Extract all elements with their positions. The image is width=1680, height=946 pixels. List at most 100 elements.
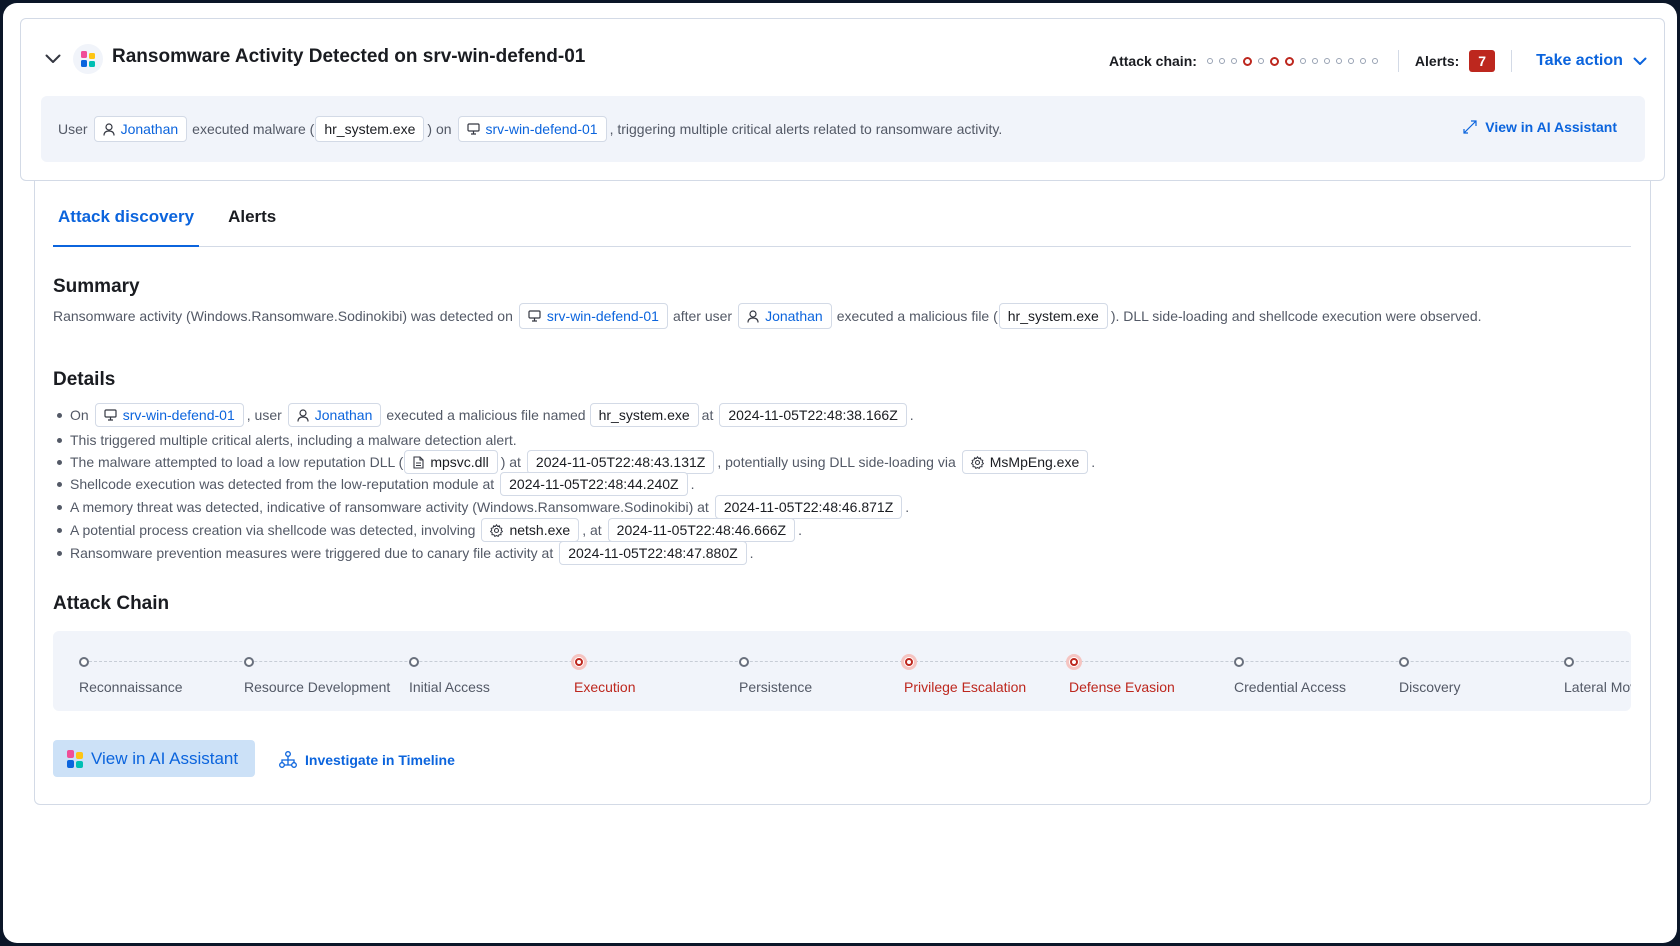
detail-text: A memory threat was detected, indicative… [70, 499, 709, 515]
attack-chain-stage-dot [1269, 56, 1279, 66]
timeline-link-label: Investigate in Timeline [305, 751, 455, 768]
user-icon [747, 309, 759, 323]
bullet [57, 481, 62, 487]
list-item: A memory threat was detected, indicative… [53, 495, 1095, 519]
attack-chain-stage-dot [1206, 58, 1213, 64]
dll-chip[interactable]: mpsvc.dll [404, 450, 498, 474]
divider [1511, 50, 1513, 72]
process-chip[interactable]: netsh.exe [481, 518, 580, 542]
ai-button-label: View in AI Assistant [91, 748, 239, 768]
chevron-down-icon[interactable] [43, 49, 63, 69]
stage-marker [901, 654, 917, 670]
user-icon [102, 122, 115, 136]
detail-text: ) at [500, 454, 521, 470]
user-chip[interactable]: Jonathan [93, 116, 188, 142]
bullet [57, 527, 62, 533]
host-chip[interactable]: srv-win-defend-01 [518, 303, 668, 329]
attack-chain-stage-dot [1335, 58, 1342, 64]
timestamp: 2024-11-05T22:48:46.666Z [616, 522, 787, 538]
timestamp-chip[interactable]: 2024-11-05T22:48:46.871Z [714, 495, 903, 519]
process-chip[interactable]: MsMpEng.exe [961, 450, 1089, 474]
ai-link-label: View in AI Assistant [1485, 119, 1617, 135]
stage-marker [1399, 657, 1409, 667]
stage-label: Privilege Escalation [904, 679, 1027, 695]
alerts-label: Alerts: [1414, 53, 1460, 69]
tab-bar: Attack discovery Alerts [53, 197, 1631, 247]
list-item: The malware attempted to load a low repu… [53, 450, 1095, 474]
details-heading: Details [53, 369, 116, 390]
detail-text: This triggered multiple critical alerts,… [70, 432, 517, 448]
timestamp-chip[interactable]: 2024-11-05T22:48:44.240Z [500, 472, 688, 496]
stage-marker [1066, 654, 1082, 670]
attack-chain-mini-indicator [1206, 56, 1378, 66]
take-action-label: Take action [1536, 52, 1623, 69]
attack-chain-stage-dot [1311, 58, 1318, 64]
list-item: This triggered multiple critical alerts,… [53, 429, 1095, 451]
attack-chain-stage-dot [1242, 56, 1252, 66]
attack-chain-stage-dot [1230, 58, 1237, 64]
file-chip[interactable]: hr_system.exe [315, 116, 425, 142]
stage-label: Lateral Movement [1564, 679, 1631, 695]
stage-marker [409, 657, 419, 667]
stage-label: Credential Access [1234, 679, 1347, 695]
timestamp-chip[interactable]: 2024-11-05T22:48:46.666Z [607, 518, 796, 542]
user-chip[interactable]: Jonathan [738, 303, 832, 329]
detail-text: , at [582, 522, 602, 538]
summary-heading: Summary [53, 276, 140, 297]
detail-text: A potential process creation via shellco… [70, 522, 476, 538]
timestamp-chip[interactable]: 2024-11-05T22:48:38.166Z [719, 403, 907, 427]
stage-label: Defense Evasion [1069, 679, 1175, 695]
stage-marker [244, 657, 254, 667]
divider [1397, 50, 1399, 72]
gear-icon [490, 523, 504, 537]
detail-text: . [905, 499, 910, 515]
host-icon [104, 409, 117, 421]
tab-alerts[interactable]: Alerts [223, 197, 281, 247]
timestamp: 2024-11-05T22:48:43.131Z [535, 454, 706, 470]
list-item: Ransomware prevention measures were trig… [53, 541, 1095, 565]
detail-text: executed a malicious file named [386, 407, 586, 423]
tab-attack-discovery[interactable]: Attack discovery [53, 197, 200, 247]
host-name: srv-win-defend-01 [485, 121, 598, 137]
file-name: hr_system.exe [1007, 308, 1099, 324]
attack-chain-stage-dot [1218, 58, 1225, 64]
list-item: On srv-win-defend-01 , user Jonathan exe… [53, 403, 1095, 427]
detail-text: . [798, 522, 802, 538]
timestamp-chip[interactable]: 2024-11-05T22:48:47.880Z [559, 541, 747, 565]
investigate-in-timeline-link[interactable]: Investigate in Timeline [279, 751, 455, 768]
chevron-down-icon [1633, 57, 1647, 65]
user-name: Jonathan [765, 308, 823, 324]
stage-label: Resource Development [244, 679, 391, 695]
user-chip[interactable]: Jonathan [287, 403, 382, 427]
timestamp: 2024-11-05T22:48:46.871Z [723, 499, 894, 515]
host-chip[interactable]: srv-win-defend-01 [94, 403, 244, 427]
user-name: Jonathan [120, 121, 179, 137]
header-meta: Attack chain: Alerts: 7 Take action [1109, 50, 1647, 72]
summary-segment: executed a malicious file ( [836, 308, 998, 324]
details-list: On srv-win-defend-01 , user Jonathan exe… [53, 403, 1095, 565]
file-chip[interactable]: hr_system.exe [998, 303, 1108, 329]
timestamp-chip[interactable]: 2024-11-05T22:48:43.131Z [526, 450, 715, 474]
attack-chain-stage-dot [1284, 56, 1294, 66]
stage-marker [79, 657, 89, 667]
user-icon [297, 408, 309, 422]
detail-text: On [70, 407, 89, 423]
file-name: hr_system.exe [598, 407, 690, 423]
host-icon [466, 123, 480, 135]
ai-assistant-logo-icon [73, 44, 103, 74]
screen: Ransomware Activity Detected on srv-win-… [3, 3, 1677, 943]
detail-text: , potentially using DLL side-loading via [717, 454, 956, 470]
alerts-count-badge[interactable]: 7 [1469, 50, 1496, 72]
timeline-icon [279, 751, 297, 768]
summary-segment: after user [672, 308, 733, 324]
stage-label: Reconnaissance [79, 679, 183, 695]
view-in-ai-assistant-link[interactable]: View in AI Assistant [1463, 119, 1617, 135]
list-item: Shellcode execution was detected from th… [53, 472, 1095, 496]
summary-text: Ransomware activity (Windows.Ransomware.… [53, 303, 1482, 329]
host-chip[interactable]: srv-win-defend-01 [457, 116, 607, 142]
detail-text: . [909, 407, 914, 423]
file-chip[interactable]: hr_system.exe [589, 403, 699, 427]
stage-label: Initial Access [409, 679, 490, 695]
take-action-button[interactable]: Take action [1536, 52, 1647, 70]
view-in-ai-assistant-button[interactable]: View in AI Assistant [53, 740, 255, 777]
